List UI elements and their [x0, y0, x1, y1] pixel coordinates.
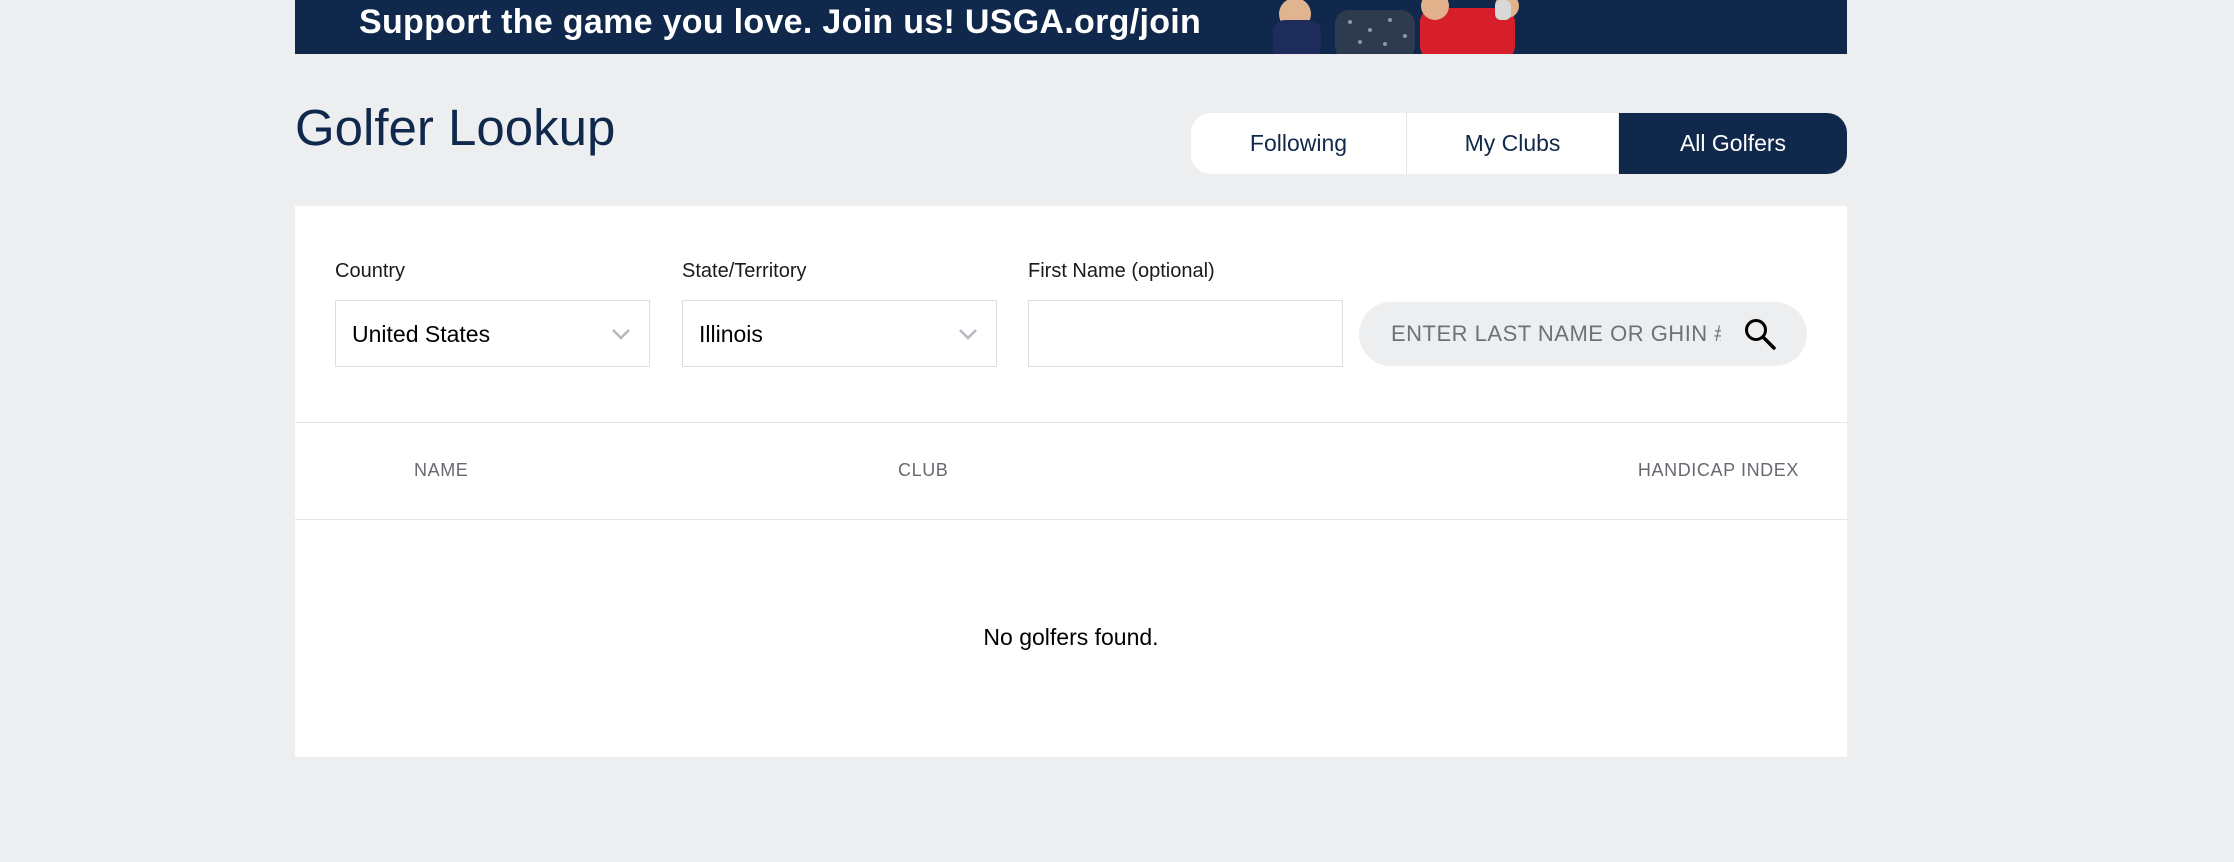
- tab-following[interactable]: Following: [1191, 113, 1407, 174]
- last-name-search-input[interactable]: [1391, 302, 1721, 366]
- section-divider: [295, 422, 1847, 423]
- column-header-handicap-index[interactable]: HANDICAP INDEX: [1638, 460, 1799, 481]
- table-header-divider: [295, 519, 1847, 520]
- state-select-value: Illinois: [699, 321, 763, 347]
- country-select[interactable]: United States: [335, 300, 650, 367]
- column-header-name[interactable]: NAME: [414, 460, 468, 481]
- promo-banner[interactable]: Support the game you love. Join us! USGA…: [295, 0, 1847, 54]
- last-name-search: [1359, 302, 1807, 366]
- view-tabs: Following My Clubs All Golfers: [1191, 113, 1847, 174]
- lookup-card: Country United States State/Territory Il…: [295, 206, 1847, 757]
- empty-results-message: No golfers found.: [983, 624, 1159, 650]
- column-header-club[interactable]: CLUB: [898, 460, 948, 481]
- country-select-value: United States: [352, 321, 491, 347]
- first-name-label: First Name (optional): [1028, 260, 1215, 282]
- search-icon[interactable]: [1743, 317, 1777, 351]
- banner-golfers-image: [1273, 0, 1519, 54]
- country-label: Country: [335, 260, 406, 282]
- state-select[interactable]: Illinois: [682, 300, 997, 367]
- state-label: State/Territory: [682, 260, 807, 282]
- first-name-input[interactable]: [1028, 300, 1343, 367]
- banner-text: Support the game you love. Join us! USGA…: [359, 3, 1202, 41]
- tab-all-golfers[interactable]: All Golfers: [1619, 113, 1847, 174]
- chevron-down-icon: [612, 329, 630, 340]
- page-title: Golfer Lookup: [295, 99, 616, 156]
- tab-my-clubs[interactable]: My Clubs: [1407, 113, 1619, 174]
- chevron-down-icon: [959, 329, 977, 340]
